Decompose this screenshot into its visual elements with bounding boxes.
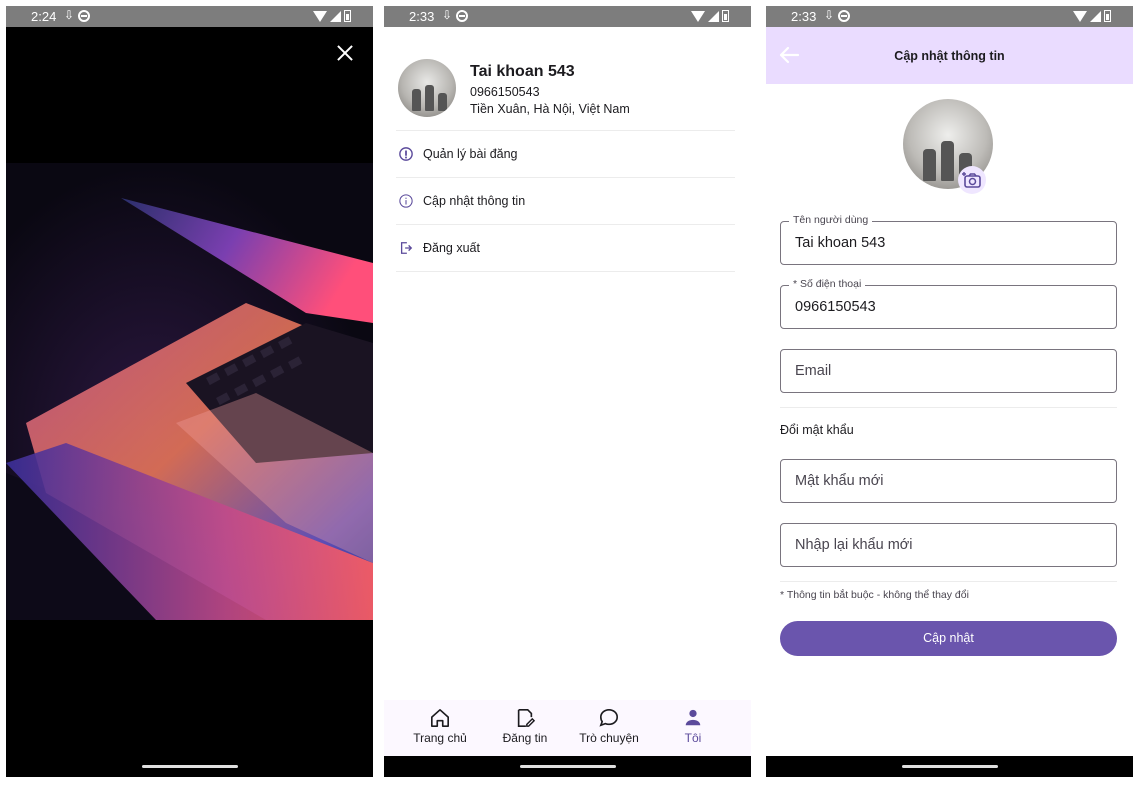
menu-item-label: Cập nhật thông tin	[423, 194, 526, 208]
status-time: 2:33	[791, 9, 817, 24]
tab-label: Tôi	[684, 731, 702, 745]
download-status-icon: ⇩	[64, 8, 75, 22]
signal-icon	[330, 10, 341, 22]
menu-item-logout[interactable]: Đăng xuất	[396, 224, 735, 271]
tab-label: Đăng tin	[502, 731, 548, 745]
person-icon	[685, 709, 701, 726]
field-placeholder: Mật khẩu mới	[795, 473, 884, 489]
chat-bubble-icon	[599, 708, 619, 727]
tab-home[interactable]: Trang chủ	[400, 708, 480, 745]
battery-icon	[1104, 10, 1111, 22]
close-icon[interactable]	[337, 45, 353, 61]
status-time: 2:33	[409, 9, 435, 24]
bottom-navigation: Trang chủ Đăng tin Trò chuyện Tôi	[384, 700, 751, 756]
field-placeholder: Nhập lại khẩu mới	[795, 537, 913, 553]
avatar[interactable]	[398, 59, 456, 117]
status-bar: 2:33 ⇩	[766, 6, 1133, 27]
tab-post[interactable]: Đăng tin	[485, 708, 565, 745]
camera-icon	[962, 172, 981, 188]
menu-item-manage-posts[interactable]: Quản lý bài đăng	[396, 130, 735, 177]
email-field[interactable]: Email	[780, 349, 1117, 393]
update-info-screen: 2:33 ⇩ Cập nhật thông tin Tên người dùng…	[766, 6, 1133, 777]
tab-label: Trò chuyện	[579, 731, 639, 745]
menu-divider	[396, 271, 735, 272]
home-gesture-bar[interactable]	[141, 765, 238, 768]
field-label: Tên người dùng	[789, 214, 873, 226]
confirm-password-field[interactable]: Nhập lại khẩu mới	[780, 523, 1117, 567]
signal-icon	[708, 10, 719, 22]
battery-icon	[344, 10, 351, 22]
change-photo-button[interactable]	[958, 166, 986, 194]
status-time: 2:24	[31, 9, 57, 24]
home-icon	[431, 709, 449, 727]
info-outline-icon	[399, 194, 413, 208]
status-bar: 2:33 ⇩	[384, 6, 751, 27]
signal-icon	[1090, 10, 1101, 22]
profile-menu: Quản lý bài đăng Cập nhật thông tin Đăng…	[396, 130, 735, 272]
wifi-icon	[1073, 10, 1087, 22]
laptop-photo	[6, 163, 373, 620]
sync-status-icon	[456, 10, 468, 22]
field-value: Tai khoan 543	[795, 235, 886, 251]
home-gesture-bar[interactable]	[901, 765, 998, 768]
system-nav-bar	[766, 756, 1133, 777]
image-viewer-screen: 2:24 ⇩	[6, 6, 373, 777]
profile-phone: 0966150543	[470, 85, 540, 99]
new-password-field[interactable]: Mật khẩu mới	[780, 459, 1117, 503]
system-nav-bar	[384, 756, 751, 777]
field-label: * Số điện thoại	[789, 278, 866, 290]
menu-item-label: Đăng xuất	[423, 241, 480, 255]
menu-item-update-info[interactable]: Cập nhật thông tin	[396, 177, 735, 224]
section-divider	[780, 407, 1117, 408]
field-value: 0966150543	[795, 299, 876, 315]
system-nav-bar	[6, 756, 373, 777]
tab-label: Trang chủ	[413, 731, 467, 745]
section-divider	[780, 581, 1117, 582]
profile-address: Tiền Xuân, Hà Nội, Việt Nam	[470, 102, 630, 116]
info-filled-icon	[399, 147, 413, 161]
wifi-icon	[313, 10, 327, 22]
sync-status-icon	[78, 10, 90, 22]
home-gesture-bar[interactable]	[519, 765, 616, 768]
battery-icon	[722, 10, 729, 22]
update-button[interactable]: Cập nhật	[780, 621, 1117, 656]
required-note: * Thông tin bắt buộc - không thể thay đổ…	[780, 589, 969, 601]
top-app-bar: Cập nhật thông tin	[766, 27, 1133, 84]
field-placeholder: Email	[795, 363, 832, 379]
download-status-icon: ⇩	[824, 8, 835, 22]
page-title: Cập nhật thông tin	[894, 49, 1005, 63]
status-bar: 2:24 ⇩	[6, 6, 373, 27]
sync-status-icon	[838, 10, 850, 22]
tab-chat[interactable]: Trò chuyện	[569, 708, 649, 745]
logout-icon	[400, 242, 413, 254]
profile-screen: 2:33 ⇩ Tai khoan 543 0966150543 Tiền Xuâ…	[384, 6, 751, 777]
download-status-icon: ⇩	[442, 8, 453, 22]
profile-name: Tai khoan 543	[470, 63, 575, 80]
username-field[interactable]: Tên người dùng Tai khoan 543	[780, 214, 1117, 265]
change-password-heading: Đổi mật khẩu	[780, 423, 854, 437]
tab-me[interactable]: Tôi	[653, 708, 733, 745]
phone-field[interactable]: * Số điện thoại 0966150543	[780, 278, 1117, 329]
edit-note-icon	[517, 709, 536, 727]
menu-item-label: Quản lý bài đăng	[423, 147, 518, 161]
wifi-icon	[691, 10, 705, 22]
